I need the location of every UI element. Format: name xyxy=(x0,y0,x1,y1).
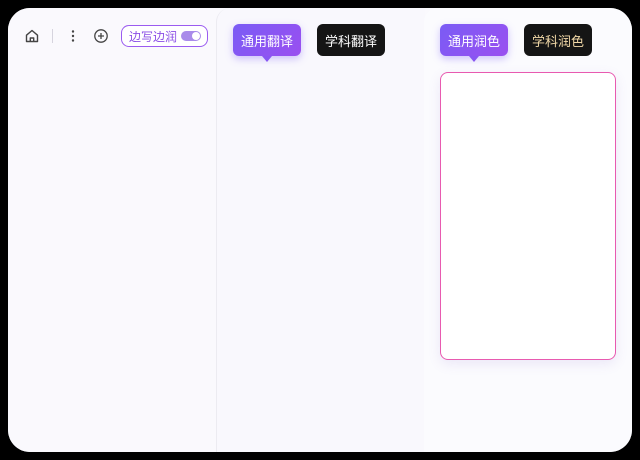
tab-subject-polish[interactable]: 学科润色 xyxy=(524,24,593,56)
tab-subject-translate[interactable]: 学科翻译 xyxy=(317,24,386,56)
tab-label: 学科润色 xyxy=(532,34,585,50)
app-window: 边写边润 通用翻译 学科翻译 通用润色 学科润色 xyxy=(8,8,632,452)
polish-text-area[interactable] xyxy=(440,72,616,360)
tab-label: 通用翻译 xyxy=(241,34,294,50)
tab-label: 学科翻译 xyxy=(325,34,378,50)
pill-label: 边写边润 xyxy=(129,29,178,44)
home-icon[interactable] xyxy=(22,26,42,46)
tab-general-translate[interactable]: 通用翻译 xyxy=(233,24,302,62)
more-vertical-icon[interactable] xyxy=(63,26,83,46)
write-polish-toggle-pill[interactable]: 边写边润 xyxy=(121,25,209,47)
translate-panel: 通用翻译 学科翻译 xyxy=(216,8,425,452)
polish-panel: 通用润色 学科润色 xyxy=(424,8,632,452)
plus-circle-icon[interactable] xyxy=(91,26,111,46)
left-pane: 边写边润 xyxy=(8,8,216,452)
polish-tabs: 通用润色 学科润色 xyxy=(440,24,593,62)
translate-tabs: 通用翻译 学科翻译 xyxy=(233,24,386,62)
toolbar-divider xyxy=(52,29,53,43)
tab-general-polish[interactable]: 通用润色 xyxy=(440,24,509,62)
toggle-switch[interactable] xyxy=(181,31,202,41)
toolbar: 边写边润 xyxy=(22,24,209,48)
tab-label: 通用润色 xyxy=(448,34,501,50)
